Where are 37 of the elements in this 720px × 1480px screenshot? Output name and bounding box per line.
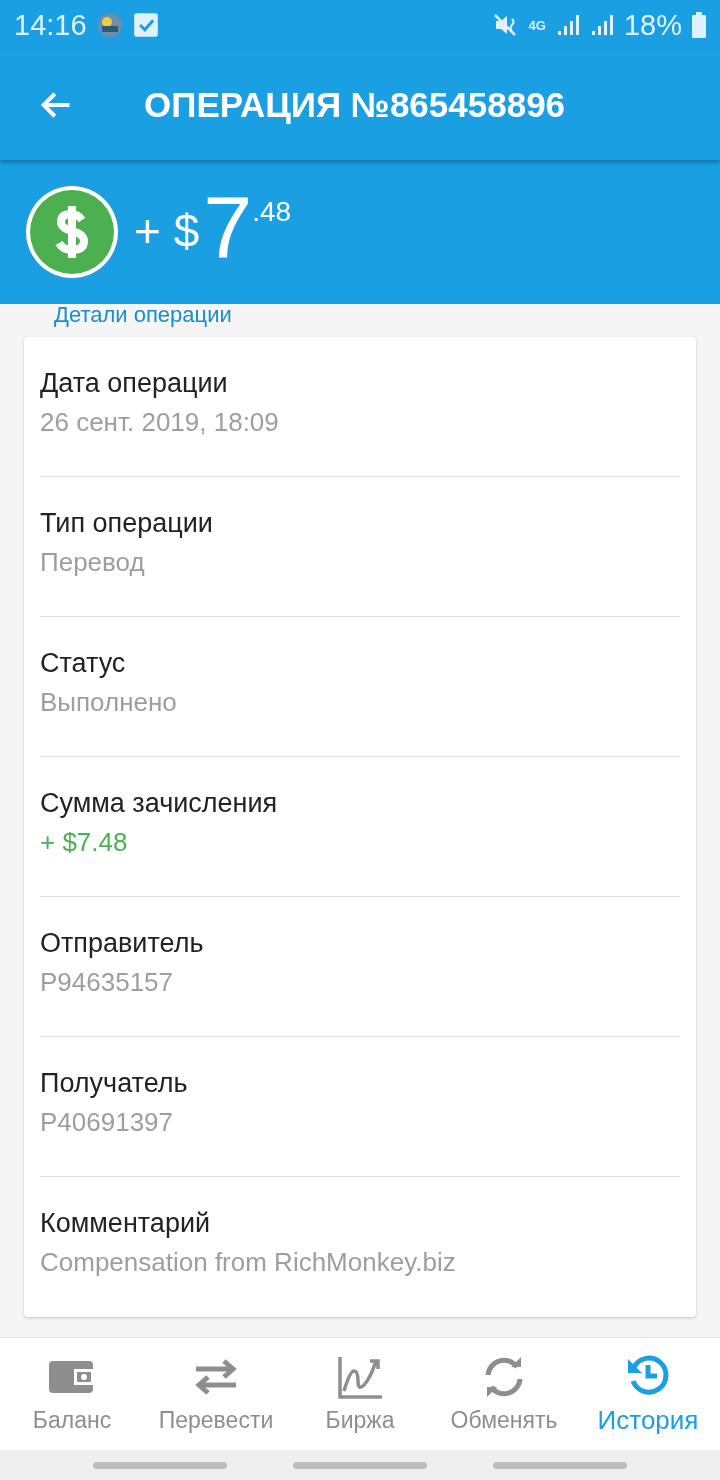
nav-tab[interactable]: Обменять [432, 1338, 576, 1450]
navigation-handle[interactable] [293, 1461, 427, 1469]
field-value: P40691397 [40, 1106, 175, 1138]
page-title: ОПЕРАЦИЯ №865458896 [144, 85, 566, 125]
battery-icon [692, 12, 706, 38]
field-label: Тип операции [40, 507, 214, 539]
signal-icon [555, 13, 580, 37]
field-value: Перевод [40, 546, 146, 578]
nav-tab[interactable]: История [576, 1338, 720, 1450]
amount-prefix: + $ [134, 204, 200, 258]
app-notification-icon [96, 12, 123, 38]
battery-level: 18% [623, 8, 682, 42]
field-value: Выполнено [40, 686, 178, 718]
field-value: Compensation from RichMonkey.biz [40, 1247, 457, 1278]
amount-cents: .48 [252, 196, 292, 228]
status-time: 14:16 [14, 8, 87, 42]
nav-tab[interactable]: Перевести [144, 1338, 288, 1450]
field-value: + $7.48 [40, 826, 129, 858]
signal-icon [589, 13, 614, 37]
checkbox-notification-icon [132, 12, 159, 38]
amount-whole: 7 [203, 184, 253, 272]
section-label: Детали операции [54, 304, 232, 326]
field-value: P94635157 [40, 966, 175, 998]
field-label: Комментарий [40, 1208, 212, 1239]
field-label: Статус [40, 647, 127, 679]
network-type: 4G [528, 17, 546, 33]
navigation-handle[interactable] [93, 1461, 227, 1469]
field-label: Отправитель [40, 927, 205, 959]
nav-tab[interactable]: Баланс [0, 1338, 144, 1450]
dollar-icon [24, 184, 120, 280]
field-label: Получатель [40, 1067, 189, 1099]
chart-icon [336, 1354, 384, 1399]
field-label: Сумма зачисления [40, 787, 279, 819]
field-label: Дата операции [40, 367, 229, 399]
nav-tab[interactable]: Биржа [288, 1338, 432, 1450]
field-value: 26 сент. 2019, 18:09 [40, 406, 280, 438]
navigation-handle[interactable] [493, 1461, 627, 1469]
